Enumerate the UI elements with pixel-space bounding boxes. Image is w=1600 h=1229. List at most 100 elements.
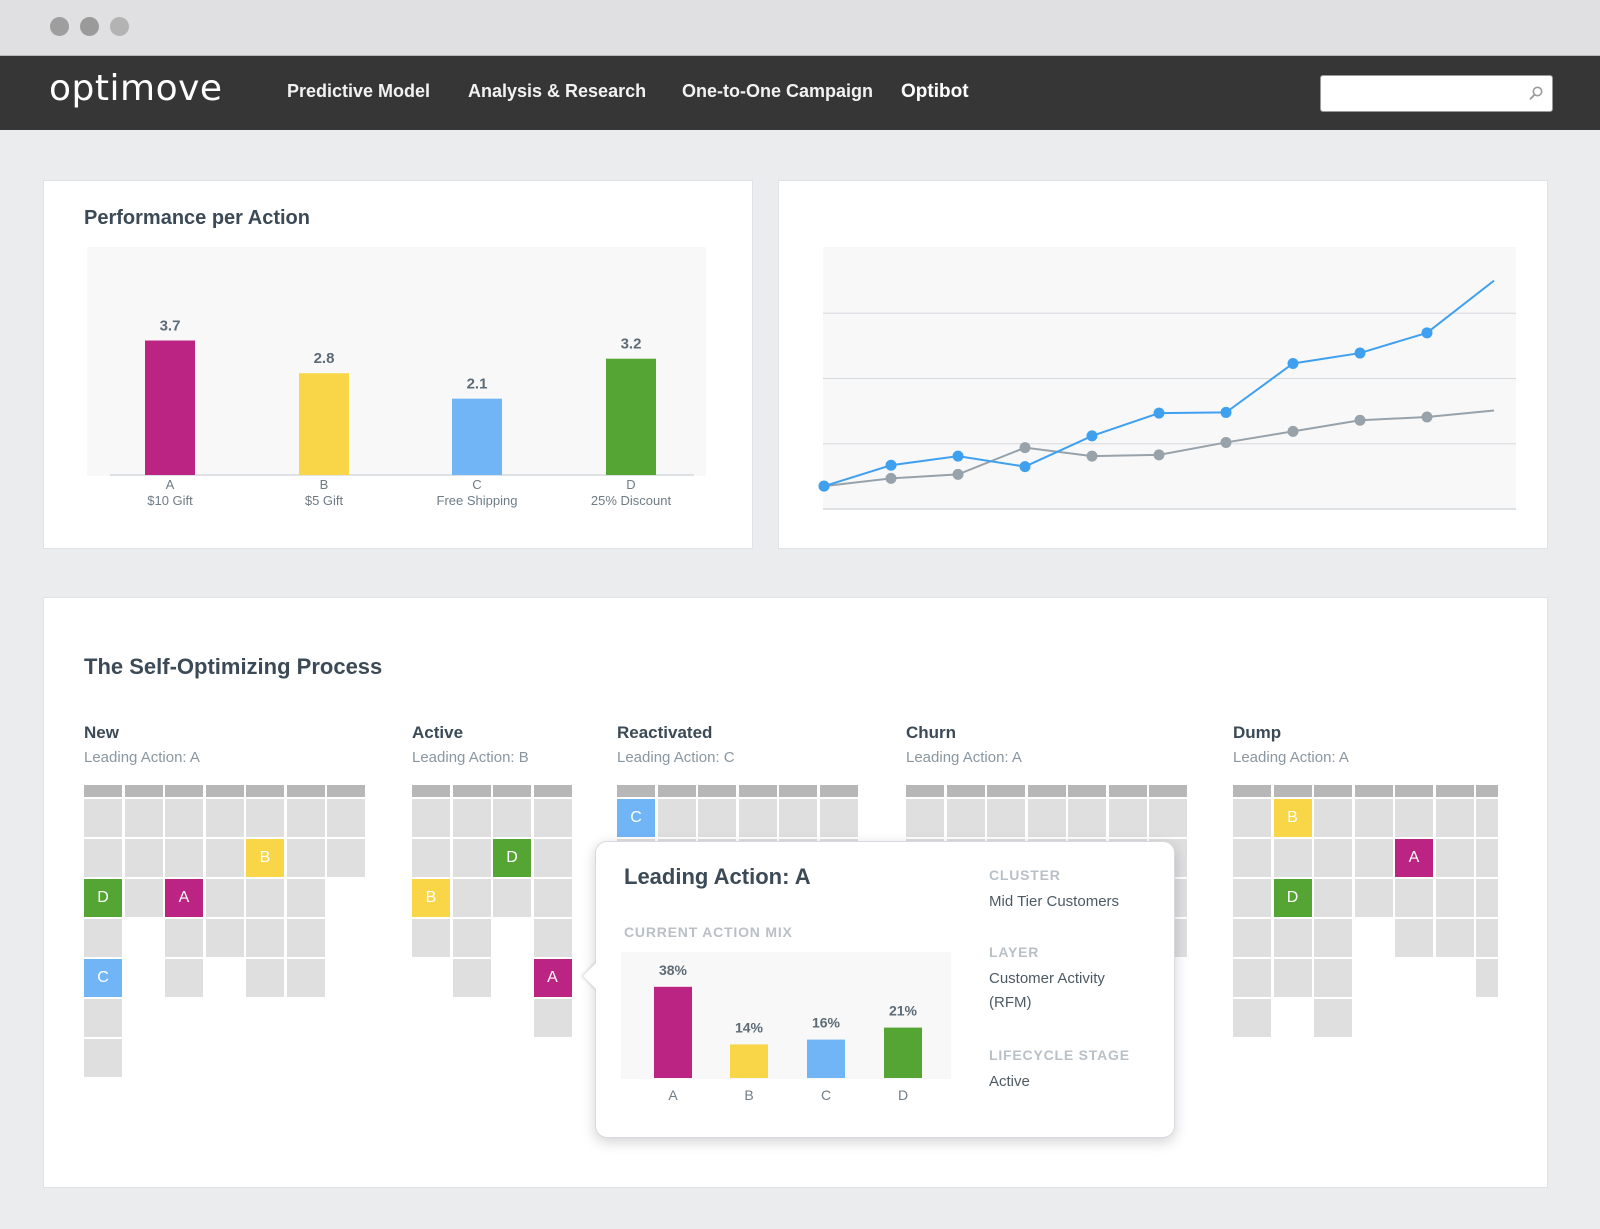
- grid-cell[interactable]: [452, 799, 491, 837]
- optimove-logo[interactable]: optimove: [49, 68, 223, 109]
- grid-cell[interactable]: [246, 799, 284, 837]
- grid-cell[interactable]: [205, 879, 244, 917]
- grid-cell[interactable]: [84, 1039, 122, 1077]
- grid-cell[interactable]: [1233, 959, 1271, 997]
- grid-cell[interactable]: [1068, 799, 1106, 837]
- grid-cell[interactable]: [1435, 879, 1474, 917]
- grid-cell[interactable]: [779, 799, 817, 837]
- grid-cell[interactable]: [1395, 799, 1433, 837]
- grid-cell[interactable]: [84, 799, 122, 837]
- window-close-button[interactable]: [50, 17, 69, 36]
- grid-cell[interactable]: [1314, 839, 1352, 877]
- grid-cell[interactable]: [1435, 919, 1474, 957]
- grid-cell[interactable]: [1476, 839, 1498, 877]
- action-cell-b[interactable]: B: [412, 879, 450, 917]
- grid-cell[interactable]: [533, 799, 572, 837]
- nav-predictive-model[interactable]: Predictive Model: [287, 81, 430, 102]
- grid-cell[interactable]: [165, 919, 203, 957]
- grid-cell[interactable]: [84, 919, 122, 957]
- grid-cell[interactable]: [205, 799, 244, 837]
- grid-cell[interactable]: [246, 919, 284, 957]
- grid-cell[interactable]: [819, 799, 858, 837]
- action-cell-d[interactable]: D: [493, 839, 531, 877]
- grid-cell[interactable]: [412, 799, 450, 837]
- grid-cell[interactable]: [1435, 799, 1474, 837]
- grid-cell[interactable]: [205, 839, 244, 877]
- grid-cell[interactable]: [1233, 919, 1271, 957]
- grid-cell[interactable]: [124, 839, 163, 877]
- grid-cell[interactable]: [1314, 799, 1352, 837]
- search-icon[interactable]: [1528, 85, 1544, 101]
- grid-cell[interactable]: [327, 799, 365, 837]
- grid-cell[interactable]: [412, 919, 450, 957]
- grid-cell[interactable]: [286, 919, 325, 957]
- window-maximize-button[interactable]: [110, 17, 129, 36]
- grid-cell[interactable]: [84, 999, 122, 1037]
- grid-cell[interactable]: [1233, 879, 1271, 917]
- grid-cell[interactable]: [452, 839, 491, 877]
- grid-cell[interactable]: [1273, 919, 1312, 957]
- grid-cell[interactable]: [286, 879, 325, 917]
- grid-cell[interactable]: [1435, 839, 1474, 877]
- grid-cell[interactable]: [1354, 879, 1393, 917]
- grid-cell[interactable]: [286, 839, 325, 877]
- grid-cell[interactable]: [1354, 839, 1393, 877]
- grid-cell[interactable]: [1273, 959, 1312, 997]
- grid-cell[interactable]: [493, 879, 531, 917]
- action-cell-c[interactable]: C: [84, 959, 122, 997]
- action-cell-b[interactable]: B: [246, 839, 284, 877]
- grid-cell[interactable]: [452, 959, 491, 997]
- grid-cell[interactable]: [906, 799, 944, 837]
- grid-cell[interactable]: [1476, 959, 1498, 997]
- grid-cell[interactable]: [1233, 799, 1271, 837]
- grid-cell[interactable]: [1314, 919, 1352, 957]
- search-box[interactable]: [1320, 75, 1553, 112]
- grid-cell[interactable]: [1108, 799, 1147, 837]
- grid-cell[interactable]: [1314, 999, 1352, 1037]
- grid-cell[interactable]: [1273, 839, 1312, 877]
- grid-cell[interactable]: [84, 839, 122, 877]
- grid-cell[interactable]: [1354, 799, 1393, 837]
- action-cell-a[interactable]: A: [533, 959, 572, 997]
- grid-cell[interactable]: [533, 919, 572, 957]
- grid-cell[interactable]: [1233, 839, 1271, 877]
- grid-cell[interactable]: [1314, 959, 1352, 997]
- grid-cell[interactable]: [533, 999, 572, 1037]
- grid-cell[interactable]: [327, 839, 365, 877]
- action-cell-d[interactable]: D: [84, 879, 122, 917]
- grid-cell[interactable]: [452, 919, 491, 957]
- grid-cell[interactable]: [1149, 799, 1187, 837]
- nav-analysis-research[interactable]: Analysis & Research: [468, 81, 646, 102]
- action-cell-c[interactable]: C: [617, 799, 655, 837]
- grid-cell[interactable]: [1476, 879, 1498, 917]
- grid-cell[interactable]: [165, 839, 203, 877]
- nav-one-to-one-campaign[interactable]: One-to-One Campaign: [682, 81, 873, 102]
- action-cell-b[interactable]: B: [1273, 799, 1312, 837]
- grid-cell[interactable]: [1476, 799, 1498, 837]
- search-input[interactable]: [1329, 76, 1524, 109]
- grid-cell[interactable]: [1233, 999, 1271, 1037]
- grid-cell[interactable]: [286, 799, 325, 837]
- grid-cell[interactable]: [1395, 919, 1433, 957]
- grid-cell[interactable]: [987, 799, 1025, 837]
- action-cell-d[interactable]: D: [1273, 879, 1312, 917]
- grid-cell[interactable]: [246, 959, 284, 997]
- nav-optibot[interactable]: Optibot: [901, 81, 969, 103]
- window-minimize-button[interactable]: [80, 17, 99, 36]
- grid-cell[interactable]: [205, 919, 244, 957]
- grid-cell[interactable]: [452, 879, 491, 917]
- grid-cell[interactable]: [1027, 799, 1066, 837]
- grid-cell[interactable]: [946, 799, 985, 837]
- grid-cell[interactable]: [246, 879, 284, 917]
- action-cell-a[interactable]: A: [165, 879, 203, 917]
- grid-cell[interactable]: [165, 959, 203, 997]
- grid-cell[interactable]: [533, 879, 572, 917]
- grid-cell[interactable]: [124, 879, 163, 917]
- grid-cell[interactable]: [412, 839, 450, 877]
- grid-cell[interactable]: [1476, 919, 1498, 957]
- grid-cell[interactable]: [698, 799, 736, 837]
- grid-cell[interactable]: [124, 799, 163, 837]
- grid-cell[interactable]: [657, 799, 696, 837]
- grid-cell[interactable]: [493, 799, 531, 837]
- action-cell-a[interactable]: A: [1395, 839, 1433, 877]
